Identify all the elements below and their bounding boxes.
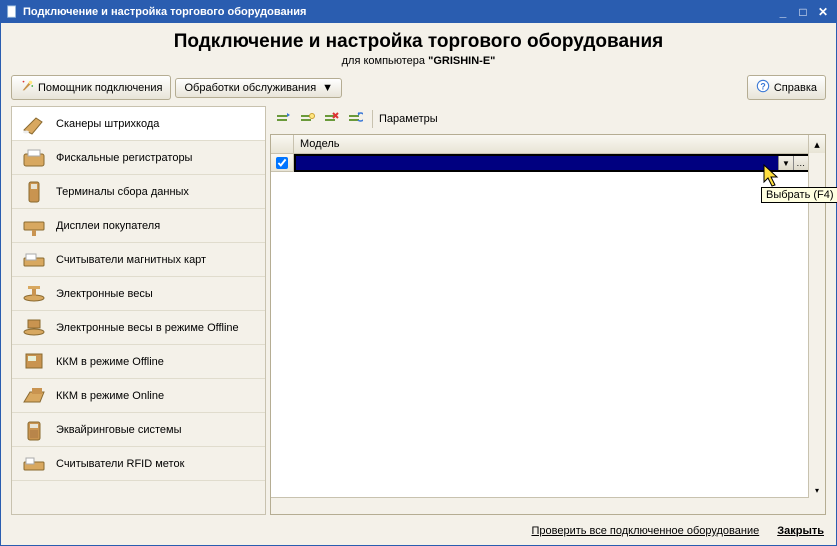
horizontal-scrollbar[interactable] [271,497,825,514]
document-icon [5,5,19,19]
sidebar-item-scales-offline[interactable]: Электронные весы в режиме Offline [12,311,265,345]
add-row-button[interactable] [272,108,294,130]
sidebar-item-label: Терминалы сбора данных [56,186,189,198]
minimize-button[interactable]: _ [774,4,792,20]
parameters-button[interactable]: Параметры [379,113,438,125]
sidebar-item-scanners[interactable]: Сканеры штрихкода [12,107,265,141]
row-check-cell[interactable] [271,154,294,172]
grid: Модель ▴ ▼ … [270,134,826,515]
titlebar: Подключение и настройка торгового оборуд… [1,1,836,23]
help-button[interactable]: ? Справка [747,75,826,100]
computer-name: "GRISHIN-E" [428,55,495,67]
right-toolbar: Параметры [270,106,826,134]
check-all-link[interactable]: Проверить все подключенное оборудование [531,525,759,537]
sidebar-item-fiscal[interactable]: Фискальные регистраторы [12,141,265,175]
refresh-button[interactable] [344,108,366,130]
sidebar-item-label: Электронные весы в режиме Offline [56,322,239,334]
card-reader-icon [20,248,48,272]
dropdown-button[interactable]: ▼ [778,156,793,170]
vertical-scrollbar[interactable]: ▾ [808,153,825,498]
toolbar-separator [372,110,373,128]
data-terminal-icon [20,180,48,204]
model-input[interactable] [296,156,778,170]
footer: Проверить все подключенное оборудование … [1,519,836,545]
sidebar-item-card-readers[interactable]: Считыватели магнитных карт [12,243,265,277]
delete-row-button[interactable] [320,108,342,130]
scroll-up-button[interactable]: ▴ [809,135,825,153]
grid-header: Модель ▴ [271,135,825,154]
main-split: Сканеры штрихкода Фискальные регистратор… [1,106,836,519]
sidebar-item-label: Эквайринговые системы [56,424,182,436]
window: Подключение и настройка торгового оборуд… [0,0,837,546]
page-title: Подключение и настройка торгового оборуд… [1,31,836,53]
sidebar-item-label: Считыватели RFID меток [56,458,184,470]
assistant-button[interactable]: Помощник подключения [11,75,171,100]
sidebar-item-label: Сканеры штрихкода [56,118,159,130]
close-link[interactable]: Закрыть [777,525,824,537]
sidebar-item-terminals[interactable]: Терминалы сбора данных [12,175,265,209]
toolbar: Помощник подключения Обработки обслужива… [1,71,836,106]
maximize-button[interactable]: □ [794,4,812,20]
grid-header-model[interactable]: Модель [294,135,809,153]
sidebar-item-rfid[interactable]: Считыватели RFID меток [12,447,265,481]
subtitle-prefix: для компьютера [342,55,429,67]
scales-offline-icon [20,316,48,340]
customer-display-icon [20,214,48,238]
kkm-online-icon [20,384,48,408]
sidebar-item-label: Электронные весы [56,288,153,300]
fiscal-printer-icon [20,146,48,170]
window-controls: _ □ ✕ [774,4,832,20]
row-checkbox[interactable] [276,157,288,169]
sidebar-item-displays[interactable]: Дисплеи покупателя [12,209,265,243]
chevron-down-icon: ▼ [322,82,333,94]
ellipsis-button[interactable]: … [793,156,808,170]
assistant-label: Помощник подключения [38,82,162,94]
sidebar-item-acquiring[interactable]: Эквайринговые системы [12,413,265,447]
sidebar-item-label: ККМ в режиме Offline [56,356,164,368]
sidebar-item-label: Дисплеи покупателя [56,220,160,232]
barcode-scanner-icon [20,112,48,136]
sidebar-item-scales[interactable]: Электронные весы [12,277,265,311]
edit-row-button[interactable] [296,108,318,130]
right-pane: Параметры Модель ▴ [270,106,826,515]
grid-row[interactable]: ▼ … [271,154,825,172]
service-dropdown[interactable]: Обработки обслуживания ▼ [175,78,342,98]
help-icon: ? [756,79,770,96]
acquiring-icon [20,418,48,442]
scroll-down-button[interactable]: ▾ [809,482,825,498]
grid-header-check[interactable] [271,135,294,153]
scroll-corner [809,498,825,514]
help-label: Справка [774,82,817,94]
wand-icon [20,79,34,96]
sidebar: Сканеры штрихкода Фискальные регистратор… [11,106,266,515]
sidebar-item-kkm-online[interactable]: ККМ в режиме Online [12,379,265,413]
sidebar-item-label: ККМ в режиме Online [56,390,164,402]
rfid-reader-icon [20,452,48,476]
scales-icon [20,282,48,306]
sidebar-item-label: Фискальные регистраторы [56,152,192,164]
model-editor[interactable]: ▼ … [294,154,825,172]
header: Подключение и настройка торгового оборуд… [1,23,836,71]
service-label: Обработки обслуживания [184,82,316,94]
row-model-cell[interactable]: ▼ … [294,154,825,172]
window-title: Подключение и настройка торгового оборуд… [23,6,774,18]
grid-body: ▼ … [271,154,825,497]
close-button[interactable]: ✕ [814,4,832,20]
kkm-offline-icon [20,350,48,374]
sidebar-item-label: Считыватели магнитных карт [56,254,206,266]
svg-text:?: ? [760,82,765,92]
tooltip: Выбрать (F4) [761,187,837,203]
page-subtitle: для компьютера "GRISHIN-E" [1,55,836,67]
sidebar-item-kkm-offline[interactable]: ККМ в режиме Offline [12,345,265,379]
